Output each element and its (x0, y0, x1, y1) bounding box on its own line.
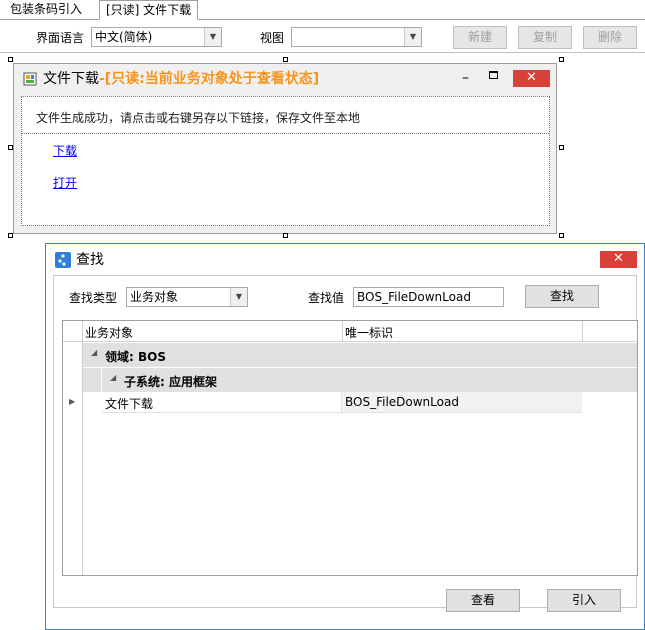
resize-handle[interactable] (8, 233, 13, 238)
window-title: 文件下载 (43, 71, 99, 87)
view-select[interactable]: ▼ (291, 27, 422, 47)
expand-icon[interactable]: ◢ (110, 373, 116, 382)
expand-icon[interactable]: ◢ (91, 348, 97, 357)
app-icon (23, 72, 37, 86)
search-type-select[interactable]: 业务对象 ▼ (126, 287, 248, 307)
chevron-down-icon[interactable]: ▼ (204, 28, 221, 46)
search-value-label: 查找值 (308, 291, 345, 305)
language-value: 中文(简体) (95, 30, 153, 44)
group-row-subsystem[interactable]: ◢ 子系统: 应用框架 (102, 368, 637, 392)
close-icon[interactable]: ✕ (513, 70, 550, 87)
group-indent (83, 368, 101, 392)
chevron-down-icon[interactable]: ▼ (404, 28, 421, 46)
resize-handle[interactable] (8, 57, 13, 62)
file-download-window: 文件下载-[只读:当前业务对象处于查看状态] – ✕ 文件生成成功，请点击或右键… (13, 63, 557, 234)
close-icon[interactable]: ✕ (600, 251, 637, 268)
document-tab-bar (0, 0, 645, 20)
find-dialog: 查找 ✕ 查找类型 业务对象 ▼ 查找值 BOS_FileDownLoad 查找… (45, 243, 645, 630)
dialog-title: 查找 (76, 252, 104, 268)
language-select[interactable]: 中文(简体) ▼ (91, 27, 222, 47)
maximize-icon[interactable] (489, 71, 498, 79)
search-value-input[interactable]: BOS_FileDownLoad (353, 287, 504, 307)
row-indicator-icon: ▶ (69, 397, 76, 406)
minimize-icon[interactable]: – (462, 69, 469, 87)
row-key-cell: BOS_FileDownLoad (341, 392, 582, 412)
column-header-object[interactable]: 业务对象 (85, 324, 133, 341)
tab-barcode-import[interactable]: 包装条码引入 (4, 0, 88, 20)
dialog-panel: 查找类型 业务对象 ▼ 查找值 BOS_FileDownLoad 查找 业务对象… (53, 275, 638, 612)
toolbar-divider (0, 52, 645, 53)
row-key: BOS_FileDownLoad (345, 395, 459, 409)
view-button[interactable]: 查看 (446, 589, 520, 612)
search-type-label: 查找类型 (69, 291, 118, 305)
row-object: 文件下载 (105, 397, 154, 411)
copy-button[interactable]: 复制 (518, 26, 572, 49)
search-type-value: 业务对象 (130, 290, 179, 304)
window-body: 文件生成成功，请点击或右键另存以下链接，保存文件至本地 下载 打开 (21, 96, 550, 226)
column-header-key[interactable]: 唯一标识 (345, 324, 393, 341)
search-value-text: BOS_FileDownLoad (357, 290, 471, 304)
group-row-domain[interactable]: ◢ 领域: BOS (83, 343, 637, 367)
resize-handle[interactable] (559, 145, 564, 150)
download-link[interactable]: 下载 (53, 142, 77, 159)
new-button[interactable]: 新建 (453, 26, 507, 49)
find-button[interactable]: 查找 (525, 285, 599, 308)
resize-handle[interactable] (559, 57, 564, 62)
tab-file-download[interactable]: [只读] 文件下载 (99, 0, 199, 20)
group-subsystem-label: 子系统: 应用框架 (124, 375, 217, 389)
column-divider (582, 321, 583, 342)
language-label: 界面语言 (36, 31, 85, 45)
view-label: 视图 (260, 31, 285, 45)
chevron-down-icon[interactable]: ▼ (230, 288, 247, 306)
resize-handle[interactable] (8, 145, 13, 150)
status-message: 文件生成成功，请点击或右键另存以下链接，保存文件至本地 (36, 111, 361, 125)
open-link[interactable]: 打开 (53, 174, 77, 191)
column-divider (342, 321, 343, 342)
resize-handle[interactable] (559, 233, 564, 238)
readonly-status: -[只读:当前业务对象处于查看状态] (99, 71, 320, 87)
resize-handle[interactable] (283, 57, 288, 62)
body-divider (22, 133, 549, 134)
resize-handle[interactable] (283, 233, 288, 238)
delete-button[interactable]: 删除 (583, 26, 637, 49)
find-app-icon (55, 252, 71, 268)
results-grid[interactable]: 业务对象 唯一标识 ◢ 领域: BOS ◢ 子系统: 应用框架 ▶ 文件下载 B… (62, 320, 638, 576)
table-row[interactable]: 文件下载 BOS_FileDownLoad (102, 392, 582, 413)
group-domain-label: 领域: BOS (105, 350, 166, 364)
import-button[interactable]: 引入 (547, 589, 621, 612)
